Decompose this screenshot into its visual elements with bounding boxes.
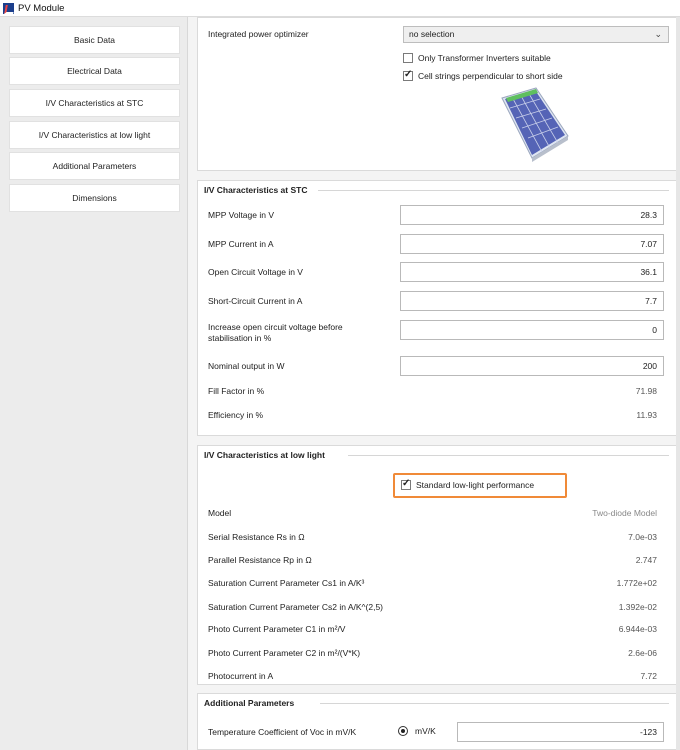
- chevron-down-icon: ⌄: [654, 29, 662, 39]
- mpp-voltage-label: MPP Voltage in V: [208, 210, 274, 220]
- c2-value: 2.6e-06: [628, 648, 657, 658]
- cell-strings-checkbox[interactable]: [403, 69, 413, 81]
- efficiency-value: 11.93: [636, 410, 657, 420]
- sidebar-item-iv-low-light[interactable]: I/V Characteristics at low light: [9, 121, 180, 149]
- main-content: Integrated power optimizer no selection …: [188, 17, 680, 750]
- sidebar-item-additional-parameters[interactable]: Additional Parameters: [9, 152, 180, 180]
- isc-input[interactable]: 7.7: [400, 291, 664, 311]
- sidebar-item-iv-stc[interactable]: I/V Characteristics at STC: [9, 89, 180, 117]
- increase-voc-label-line1: Increase open circuit voltage before: [208, 322, 343, 332]
- model-value: Two-diode Model: [592, 508, 657, 518]
- optimizer-select[interactable]: no selection ⌄: [403, 26, 669, 43]
- mpp-current-label: MPP Current in A: [208, 239, 274, 249]
- mpp-current-input[interactable]: 7.07: [400, 234, 664, 254]
- temp-coef-input[interactable]: -123: [457, 722, 664, 742]
- top-panel: Integrated power optimizer no selection …: [197, 17, 678, 171]
- photocurrent-value: 7.72: [640, 671, 657, 681]
- stc-title-divider: [318, 190, 669, 191]
- c2-label: Photo Current Parameter C2 in m²/(V*K): [208, 648, 361, 658]
- rs-value: 7.0e-03: [628, 532, 657, 542]
- unit-radio-row[interactable]: mV/K: [398, 726, 436, 736]
- rp-label: Parallel Resistance Rp in Ω: [208, 555, 312, 565]
- optimizer-label: Integrated power optimizer: [208, 29, 309, 39]
- voc-label: Open Circuit Voltage in V: [208, 267, 303, 277]
- c1-value: 6.944e-03: [618, 624, 657, 634]
- rs-label: Serial Resistance Rs in Ω: [208, 532, 305, 542]
- sidebar-item-basic-data[interactable]: Basic Data: [9, 26, 180, 54]
- additional-title: Additional Parameters: [204, 698, 295, 708]
- increase-voc-input[interactable]: 0: [400, 320, 664, 340]
- stc-panel: I/V Characteristics at STC MPP Voltage i…: [197, 180, 678, 436]
- unit-radio[interactable]: [398, 726, 408, 736]
- photocurrent-label: Photocurrent in A: [208, 671, 274, 681]
- cs2-label: Saturation Current Parameter Cs2 in A/K^…: [208, 602, 384, 612]
- low-light-title: I/V Characteristics at low light: [204, 450, 325, 460]
- cs1-value: 1.772e+02: [616, 578, 657, 588]
- temp-coef-label: Temperature Coefficient of Voc in mV/K: [208, 727, 357, 737]
- app-icon: [3, 2, 14, 14]
- fill-factor-label: Fill Factor in %: [208, 386, 265, 396]
- standard-low-light-label: Standard low-light performance: [416, 480, 535, 490]
- nominal-output-label: Nominal output in W: [208, 361, 285, 371]
- standard-low-light-checkbox[interactable]: [401, 478, 411, 490]
- cs2-value: 1.392e-02: [618, 602, 657, 612]
- only-transformer-checkbox-row[interactable]: Only Transformer Inverters suitable: [403, 53, 551, 63]
- rp-value: 2.747: [635, 555, 657, 565]
- sidebar-item-dimensions[interactable]: Dimensions: [9, 184, 180, 212]
- efficiency-label: Efficiency in %: [208, 410, 264, 420]
- low-light-title-divider: [348, 455, 669, 456]
- sidebar-item-electrical-data[interactable]: Electrical Data: [9, 57, 180, 85]
- isc-label: Short-Circuit Current in A: [208, 296, 303, 306]
- model-label: Model: [208, 508, 232, 518]
- additional-panel: Additional Parameters Temperature Coeffi…: [197, 693, 678, 750]
- window-title: PV Module: [18, 2, 65, 14]
- nominal-output-input[interactable]: 200: [400, 356, 664, 376]
- title-bar: PV Module: [0, 0, 680, 17]
- stc-title: I/V Characteristics at STC: [204, 185, 308, 195]
- scrollbar[interactable]: [676, 17, 680, 750]
- low-light-panel: I/V Characteristics at low light Standar…: [197, 445, 678, 685]
- sidebar: Basic Data Electrical Data I/V Character…: [0, 17, 188, 750]
- optimizer-select-value: no selection: [409, 29, 455, 39]
- standard-low-light-row[interactable]: Standard low-light performance: [401, 478, 535, 490]
- only-transformer-checkbox[interactable]: [403, 53, 413, 63]
- pv-module-illustration: [501, 87, 569, 162]
- c1-label: Photo Current Parameter C1 in m²/V: [208, 624, 346, 634]
- cell-strings-label: Cell strings perpendicular to short side: [418, 71, 563, 81]
- cell-strings-checkbox-row[interactable]: Cell strings perpendicular to short side: [403, 69, 563, 81]
- fill-factor-value: 71.98: [635, 386, 657, 396]
- additional-title-divider: [320, 703, 669, 704]
- unit-radio-label: mV/K: [415, 726, 436, 736]
- increase-voc-label-line2: stabilisation in %: [208, 333, 272, 343]
- mpp-voltage-input[interactable]: 28.3: [400, 205, 664, 225]
- cs1-label: Saturation Current Parameter Cs1 in A/K³: [208, 578, 365, 588]
- voc-input[interactable]: 36.1: [400, 262, 664, 282]
- only-transformer-label: Only Transformer Inverters suitable: [418, 53, 551, 63]
